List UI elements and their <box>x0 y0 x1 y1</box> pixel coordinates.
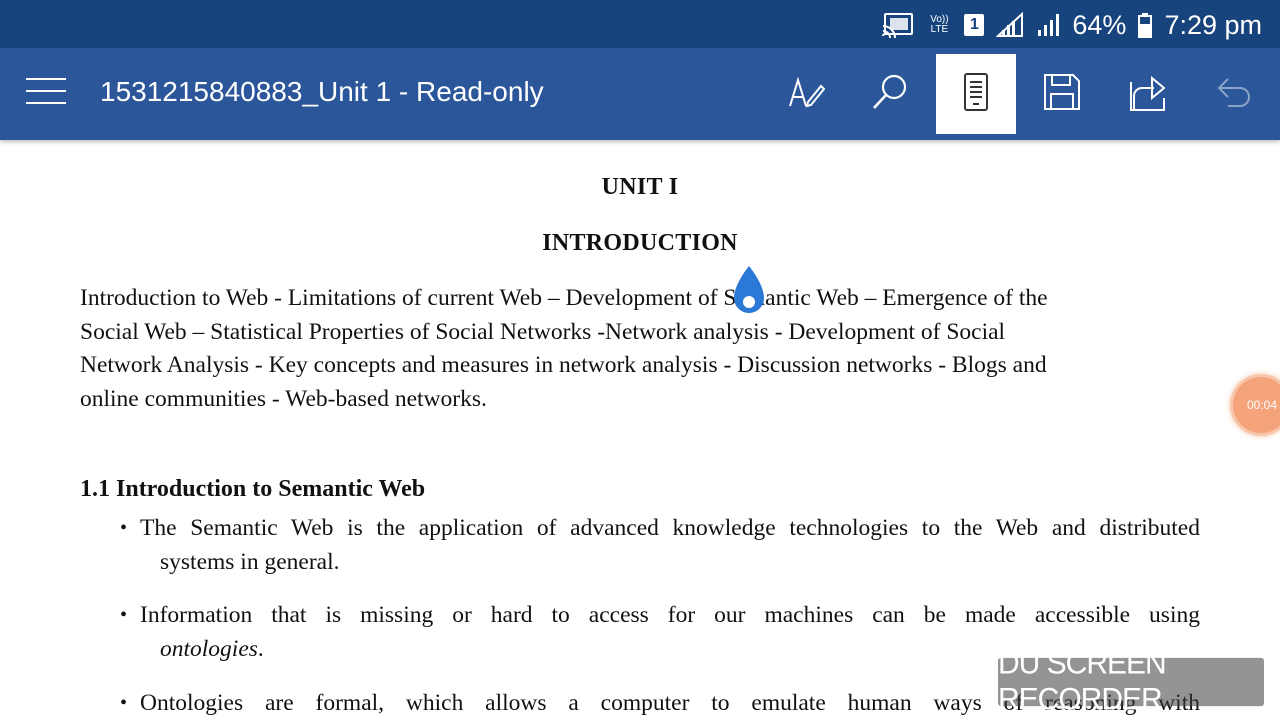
section-title: INTRODUCTION <box>542 230 738 256</box>
search-button[interactable] <box>850 54 930 134</box>
text-cursor-handle[interactable] <box>732 264 766 316</box>
document-title: 1531215840883_Unit 1 - Read-only <box>100 76 544 107</box>
subsection-heading: 1.1 Introduction to Semantic Web <box>80 476 426 502</box>
battery-icon <box>1138 12 1153 38</box>
mobile-view-button[interactable] <box>936 54 1016 134</box>
intro-line: Network Analysis - Key concepts and meas… <box>80 352 1047 379</box>
document-page[interactable]: UNIT I INTRODUCTION Introduction to Web … <box>80 140 1200 720</box>
bullet-item: • The Semantic Web is the application of… <box>120 511 1200 579</box>
status-bar: Vo)) LTE 1 64% 7:29 pm <box>0 0 1280 48</box>
bullet-dot: • <box>120 692 128 714</box>
save-button[interactable] <box>1022 54 1102 134</box>
signal-icon <box>1036 12 1060 38</box>
bullet-line: Information that is missing or hard to a… <box>140 602 1200 628</box>
intro-paragraph: Introduction to Web - Limitations of cur… <box>80 282 1200 416</box>
intro-line: Introduction to Web - Limitations of cur… <box>80 285 1048 311</box>
undo-button[interactable] <box>1194 54 1274 134</box>
app-bar: 1531215840883_Unit 1 - Read-only <box>0 48 1280 140</box>
cast-icon <box>882 12 914 38</box>
hamburger-menu-icon[interactable] <box>26 78 66 108</box>
draw-pen-button[interactable] <box>766 54 846 134</box>
bullet-line: systems in general. <box>160 549 340 575</box>
share-icon <box>1128 72 1168 117</box>
undo-icon <box>1214 72 1254 117</box>
clock: 7:29 pm <box>1164 9 1262 40</box>
bullet-line: The Semantic Web is the application of a… <box>140 515 1200 541</box>
volte-icon: Vo)) LTE <box>930 14 949 35</box>
battery-percent: 64% <box>1072 9 1127 40</box>
recorder-timer-bubble[interactable]: 00:04 <box>1230 374 1280 436</box>
unit-heading: UNIT I <box>601 174 679 200</box>
intro-line: Social Web – Statistical Properties of S… <box>80 318 1006 345</box>
save-icon <box>1042 72 1082 117</box>
status-icons: Vo)) LTE 1 64% 7:29 pm <box>882 8 1262 42</box>
sim-icon: 1 <box>964 14 985 36</box>
recorder-watermark: DU SCREEN RECORDER <box>998 646 1264 717</box>
bullet-dot: • <box>120 604 128 626</box>
share-button[interactable] <box>1108 54 1188 134</box>
bullet-suffix: . <box>257 636 264 662</box>
signal-icon <box>996 12 1024 38</box>
search-icon <box>870 72 910 117</box>
bullet-dot: • <box>120 517 128 539</box>
draw-pen-icon <box>786 72 826 117</box>
intro-line: online communities - Web-based networks. <box>80 385 487 412</box>
italic-term: ontologies <box>160 636 258 662</box>
mobile-view-icon <box>960 72 992 117</box>
